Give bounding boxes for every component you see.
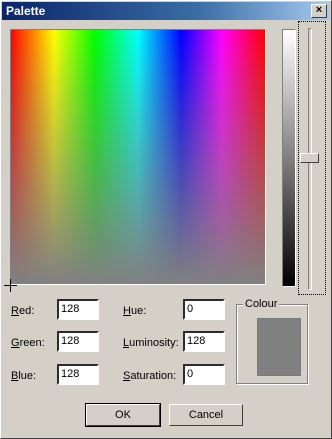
saturation-field[interactable]: 0 [183, 364, 225, 385]
luminosity-field[interactable]: 128 [183, 331, 225, 352]
red-field[interactable]: 128 [57, 299, 99, 320]
colour-swatch [257, 318, 301, 376]
red-label: Red: [11, 305, 35, 317]
green-label: Green: [11, 337, 45, 349]
close-icon: × [315, 4, 323, 16]
blue-label: Blue: [11, 370, 37, 382]
hue-field[interactable]: 0 [183, 299, 225, 320]
hue-saturation-field[interactable] [10, 29, 266, 285]
colour-group-title: Colour [243, 297, 280, 311]
cancel-button[interactable]: Cancel [169, 404, 243, 426]
green-field[interactable]: 128 [57, 331, 99, 352]
title-bar[interactable]: Palette × [2, 2, 330, 20]
close-button[interactable]: × [311, 4, 327, 18]
luminosity-slider-thumb[interactable] [300, 153, 319, 163]
saturation-label: Saturation: [123, 370, 177, 382]
ok-button[interactable]: OK [85, 403, 161, 427]
luminosity-gradient[interactable] [282, 29, 296, 287]
window-title: Palette [6, 4, 46, 18]
luminosity-label: Luminosity: [123, 337, 179, 349]
crosshair-icon[interactable] [4, 279, 17, 292]
hue-label: Hue: [123, 305, 147, 317]
blue-field[interactable]: 128 [57, 364, 99, 385]
